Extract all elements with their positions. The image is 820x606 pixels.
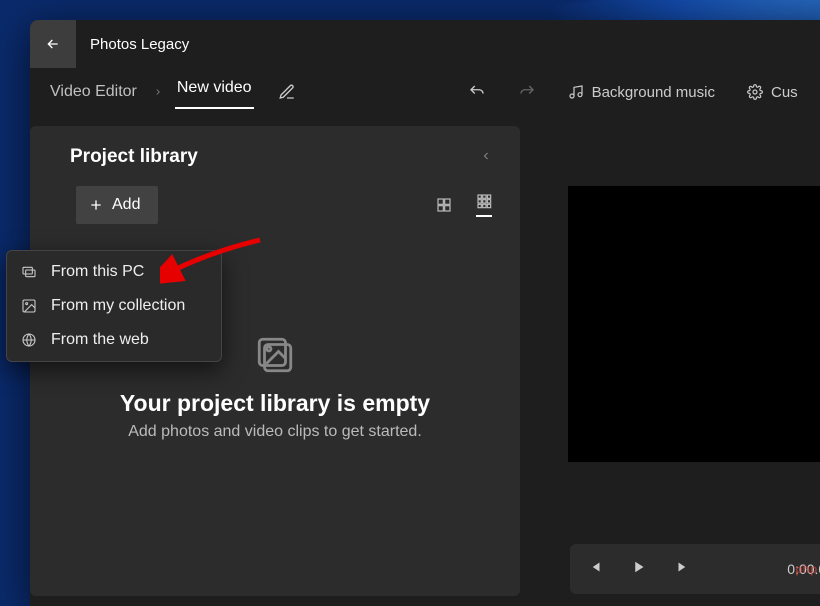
prev-frame-button[interactable] bbox=[586, 558, 604, 581]
chevron-right-icon bbox=[153, 85, 163, 100]
menu-item-label: From my collection bbox=[51, 297, 185, 315]
undo-button[interactable] bbox=[468, 83, 486, 101]
menu-from-my-collection[interactable]: From my collection bbox=[7, 289, 221, 323]
menu-from-this-pc[interactable]: From this PC bbox=[7, 255, 221, 289]
menu-item-label: From the web bbox=[51, 331, 149, 349]
menu-from-the-web[interactable]: From the web bbox=[7, 323, 221, 357]
breadcrumb-root[interactable]: Video Editor bbox=[46, 79, 141, 105]
next-frame-button[interactable] bbox=[674, 558, 692, 581]
collapse-chevron-icon[interactable] bbox=[480, 149, 492, 166]
play-button[interactable] bbox=[630, 558, 648, 581]
add-button[interactable]: Add bbox=[76, 186, 158, 224]
watermark: php bbox=[795, 562, 817, 576]
empty-title: Your project library is empty bbox=[50, 390, 500, 417]
breadcrumb-current[interactable]: New video bbox=[175, 75, 254, 109]
web-icon bbox=[21, 332, 37, 348]
pc-icon bbox=[21, 264, 37, 280]
back-button[interactable] bbox=[30, 20, 76, 68]
plus-icon bbox=[88, 197, 104, 213]
image-icon bbox=[21, 298, 37, 314]
empty-subtitle: Add photos and video clips to get starte… bbox=[50, 423, 500, 441]
video-preview[interactable] bbox=[568, 186, 820, 462]
grid-large-icon[interactable] bbox=[436, 197, 452, 213]
custom-audio-button[interactable]: Cus bbox=[747, 84, 798, 101]
toolbar: Video Editor New video Background music … bbox=[30, 68, 820, 116]
custom-audio-label: Cus bbox=[771, 84, 798, 101]
library-title: Project library bbox=[70, 146, 198, 168]
preview-area bbox=[568, 126, 820, 606]
menu-item-label: From this PC bbox=[51, 263, 144, 281]
rename-button[interactable] bbox=[278, 83, 296, 101]
redo-button[interactable] bbox=[518, 83, 536, 101]
titlebar: Photos Legacy bbox=[30, 20, 820, 68]
add-context-menu: From this PC From my collection From the… bbox=[6, 250, 222, 362]
background-music-button[interactable]: Background music bbox=[568, 84, 715, 101]
add-button-label: Add bbox=[112, 196, 140, 214]
app-title: Photos Legacy bbox=[90, 36, 189, 53]
grid-small-icon[interactable] bbox=[476, 193, 492, 217]
player-controls: 0:00.00 php bbox=[570, 544, 820, 594]
background-music-label: Background music bbox=[592, 84, 715, 101]
player-time: 0:00.00 php bbox=[787, 561, 820, 577]
